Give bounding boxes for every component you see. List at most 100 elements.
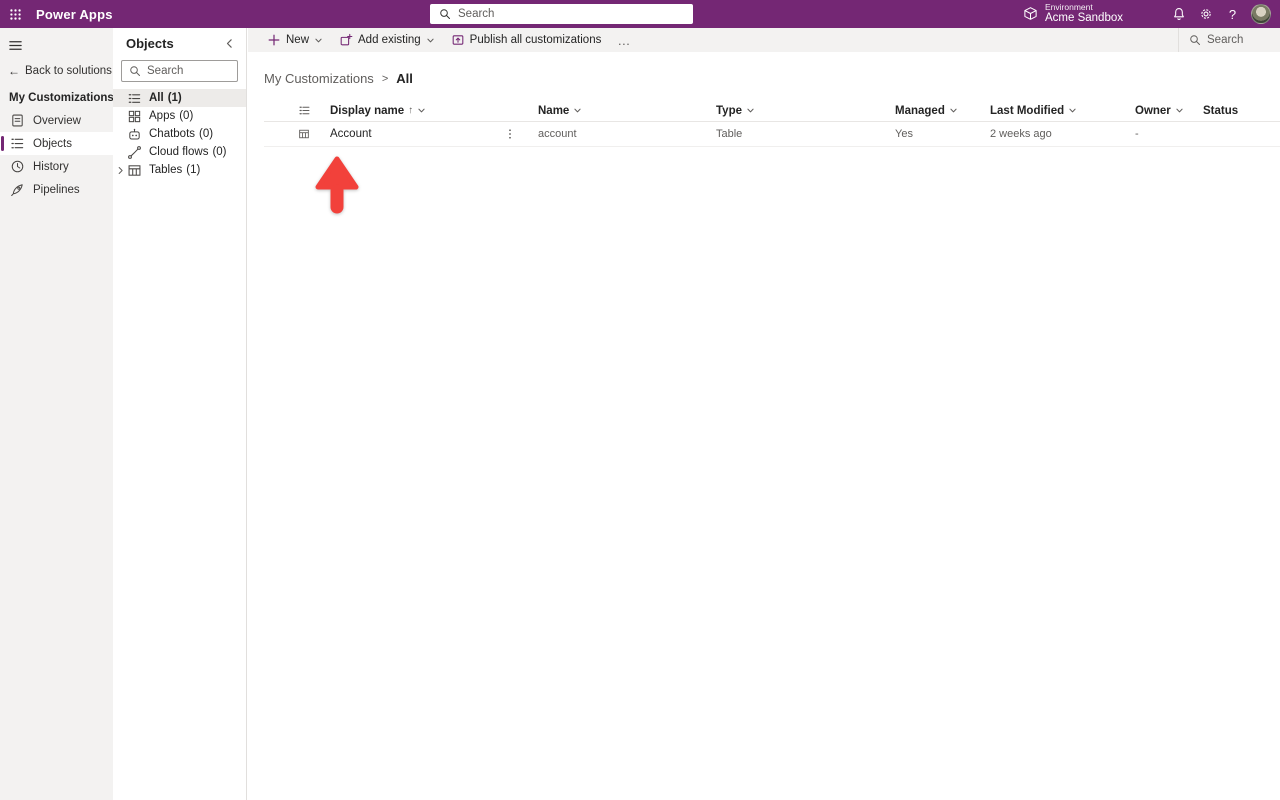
breadcrumb-current: All bbox=[396, 71, 413, 86]
table-icon bbox=[128, 164, 141, 176]
more-commands-button[interactable]: … bbox=[609, 33, 639, 48]
tree-item-count: (0) bbox=[179, 110, 194, 122]
view-search-input[interactable] bbox=[1207, 34, 1277, 46]
add-existing-label: Add existing bbox=[358, 34, 421, 46]
breadcrumb: My Customizations > All bbox=[248, 52, 1280, 86]
tree-item-cloud-flows[interactable]: Cloud flows (0) bbox=[113, 143, 246, 161]
column-header-owner[interactable]: Owner bbox=[1135, 105, 1184, 117]
tree-item-label: Apps bbox=[149, 110, 176, 122]
global-search-input[interactable] bbox=[458, 8, 658, 20]
objects-search-input[interactable] bbox=[147, 65, 237, 77]
column-header-name[interactable]: Name bbox=[538, 105, 582, 117]
row-more-options-icon[interactable] bbox=[504, 128, 516, 140]
objects-search-box[interactable] bbox=[121, 60, 238, 82]
search-icon bbox=[130, 66, 140, 76]
settings-button[interactable] bbox=[1192, 0, 1219, 28]
add-existing-icon bbox=[340, 33, 353, 46]
breadcrumb-parent[interactable]: My Customizations bbox=[264, 71, 374, 86]
tree-item-tables[interactable]: Tables (1) bbox=[113, 161, 246, 179]
table-header-row: Display name ↑ Name Type Managed Last Mo… bbox=[264, 100, 1280, 122]
app-launcher-button[interactable] bbox=[0, 0, 30, 28]
environment-picker[interactable]: Environment Acme Sandbox bbox=[1023, 1, 1165, 26]
top-header: Power Apps Environment Acme Sandbox bbox=[0, 0, 1280, 28]
row-last-modified-cell: 2 weeks ago bbox=[990, 128, 1052, 140]
sidebar-item-label: Overview bbox=[33, 114, 81, 127]
history-clock-icon bbox=[11, 160, 24, 173]
notifications-button[interactable] bbox=[1165, 0, 1192, 28]
sidebar-item-label: Objects bbox=[33, 137, 72, 150]
environment-label: Environment bbox=[1045, 1, 1093, 12]
objects-tree: All (1) Apps (0) Chatbots (0) Cloud flow… bbox=[113, 89, 246, 179]
nav-collapse-button[interactable] bbox=[8, 35, 30, 55]
row-owner-cell: - bbox=[1135, 128, 1139, 140]
sidebar-item-label: Pipelines bbox=[33, 183, 80, 196]
chevron-down-icon bbox=[747, 108, 754, 113]
tree-item-label: Cloud flows bbox=[149, 146, 209, 158]
tree-item-count: (0) bbox=[212, 146, 227, 158]
objects-panel-header: Objects bbox=[113, 28, 246, 55]
bell-icon bbox=[1173, 8, 1184, 20]
annotation-arrow-up bbox=[315, 156, 359, 214]
chevron-left-icon bbox=[226, 39, 232, 48]
row-display-name-link[interactable]: Account bbox=[330, 128, 372, 140]
objects-icon bbox=[11, 138, 24, 149]
help-button[interactable]: ? bbox=[1219, 0, 1246, 28]
column-header-type[interactable]: Type bbox=[716, 105, 755, 117]
environment-text: Environment Acme Sandbox bbox=[1045, 1, 1123, 26]
publish-icon bbox=[452, 35, 464, 45]
main-content: My Customizations > All Display name ↑ N… bbox=[248, 52, 1280, 800]
back-to-solutions-label: Back to solutions bbox=[25, 65, 112, 77]
column-header-display-name[interactable]: Display name ↑ bbox=[330, 105, 426, 117]
powerapps-app: Power Apps Environment Acme Sandbox bbox=[0, 0, 1280, 800]
new-button[interactable]: New bbox=[259, 28, 331, 52]
breadcrumb-separator-icon: > bbox=[381, 72, 389, 85]
tree-item-label: Chatbots bbox=[149, 128, 196, 140]
objects-panel-title: Objects bbox=[126, 36, 174, 51]
column-header-status[interactable]: Status bbox=[1203, 105, 1238, 117]
sidebar-item-history[interactable]: History bbox=[0, 155, 113, 178]
sidebar-item-label: History bbox=[33, 160, 69, 173]
left-navigation: ← Back to solutions My Customizations Ov… bbox=[0, 28, 114, 800]
chevron-down-icon bbox=[427, 38, 434, 42]
pipelines-rocket-icon bbox=[11, 184, 23, 197]
panel-collapse-button[interactable] bbox=[224, 38, 235, 49]
chevron-down-icon bbox=[950, 108, 957, 113]
sidebar-item-pipelines[interactable]: Pipelines bbox=[0, 178, 113, 201]
select-all-icon[interactable] bbox=[298, 104, 311, 117]
back-arrow-icon: ← bbox=[8, 64, 20, 78]
hamburger-icon bbox=[9, 40, 22, 50]
chevron-down-icon bbox=[574, 108, 581, 113]
back-to-solutions-link[interactable]: ← Back to solutions bbox=[0, 59, 113, 83]
publish-all-label: Publish all customizations bbox=[469, 34, 602, 46]
view-search-box[interactable] bbox=[1178, 28, 1280, 52]
sidebar-item-objects[interactable]: Objects bbox=[0, 132, 113, 155]
column-header-last-modified[interactable]: Last Modified bbox=[990, 105, 1077, 117]
column-header-managed[interactable]: Managed bbox=[895, 105, 958, 117]
publish-all-customizations-button[interactable]: Publish all customizations bbox=[443, 28, 610, 52]
sidebar-item-overview[interactable]: Overview bbox=[0, 109, 113, 132]
tree-item-all[interactable]: All (1) bbox=[113, 89, 246, 107]
chevron-down-icon bbox=[1176, 108, 1183, 113]
add-existing-button[interactable]: Add existing bbox=[331, 28, 443, 52]
global-search-box[interactable] bbox=[430, 4, 693, 24]
row-type-cell: Table bbox=[716, 128, 743, 140]
overview-icon bbox=[12, 114, 23, 127]
new-button-label: New bbox=[286, 34, 310, 46]
sort-ascending-icon: ↑ bbox=[408, 105, 414, 116]
tree-item-label: All bbox=[149, 92, 164, 104]
chevron-down-icon bbox=[315, 38, 322, 42]
header-right-cluster: Environment Acme Sandbox ? bbox=[1023, 0, 1280, 28]
tree-item-chatbots[interactable]: Chatbots (0) bbox=[113, 125, 246, 143]
tree-item-apps[interactable]: Apps (0) bbox=[113, 107, 246, 125]
objects-panel: Objects All (1) bbox=[113, 28, 247, 800]
list-icon bbox=[128, 93, 141, 103]
gear-icon bbox=[1200, 9, 1211, 19]
environment-icon bbox=[1024, 7, 1037, 21]
solution-name-label: My Customizations bbox=[9, 92, 114, 104]
user-avatar[interactable] bbox=[1251, 4, 1271, 24]
search-icon bbox=[440, 9, 450, 19]
table-row[interactable]: Account account Table Yes 2 weeks ago - bbox=[264, 122, 1280, 147]
app-title[interactable]: Power Apps bbox=[36, 7, 113, 22]
tree-item-count: (0) bbox=[199, 128, 214, 140]
cloud-flows-icon bbox=[128, 145, 141, 159]
